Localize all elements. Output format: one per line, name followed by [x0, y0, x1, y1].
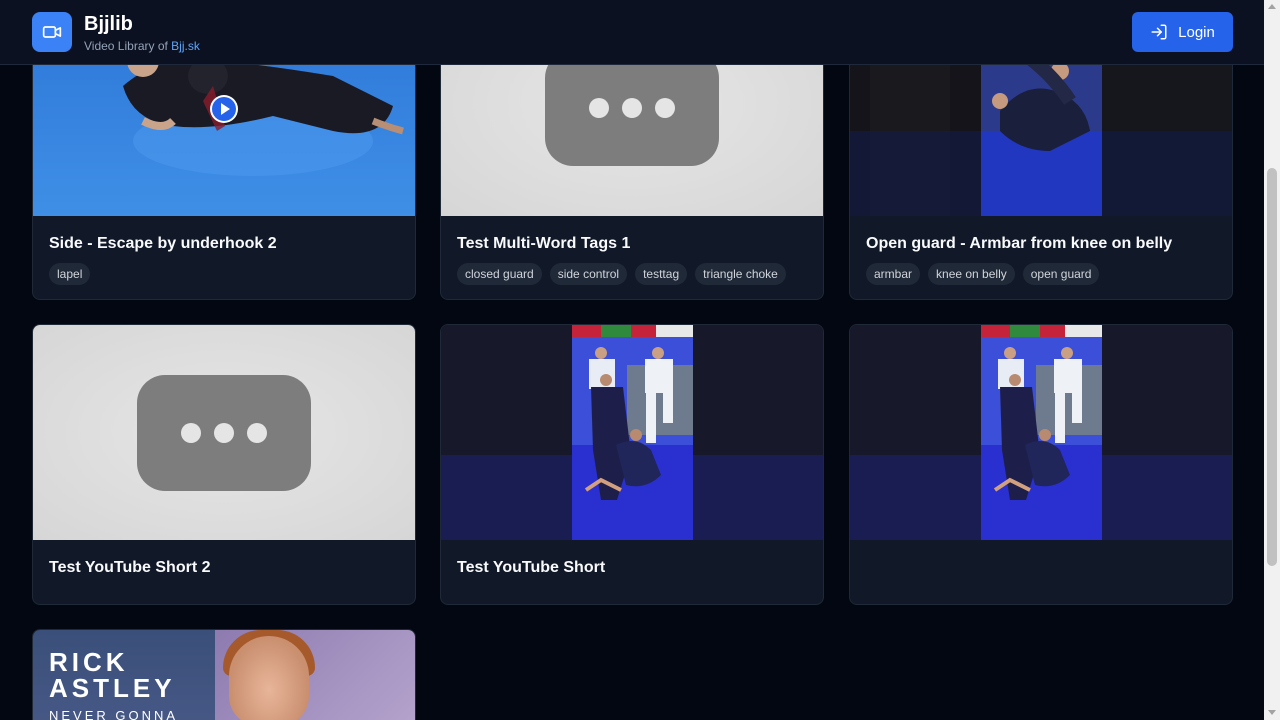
tag[interactable]: armbar [866, 263, 921, 285]
brand-name[interactable]: Bjjlib [84, 12, 133, 36]
brand-subtitle: Video Library of Bjj.sk [84, 38, 200, 54]
page: Bjjlib Video Library of Bjj.sk Login Sid… [0, 0, 1280, 720]
tag[interactable]: testtag [635, 263, 688, 285]
tag[interactable]: side control [549, 263, 628, 285]
more-icon [137, 374, 311, 491]
scrollbar[interactable] [1264, 0, 1280, 720]
rick-astley-banner: RICK ASTLEY NEVER GONNA [33, 630, 215, 720]
tag[interactable]: lapel [49, 263, 91, 285]
play-icon [212, 97, 236, 121]
thumb-text: ASTLEY [49, 673, 176, 703]
tag[interactable]: knee on belly [928, 263, 1015, 285]
video-title[interactable]: Side - Escape by underhook 2 [49, 234, 277, 254]
video-title[interactable]: Test Multi-Word Tags 1 [457, 234, 630, 254]
tag[interactable]: triangle choke [695, 263, 786, 285]
more-icon [545, 50, 719, 166]
video-camera-icon [42, 26, 62, 38]
scroll-down-arrow-icon[interactable] [1268, 710, 1276, 715]
logo[interactable] [32, 12, 72, 52]
scrollbar-thumb[interactable] [1267, 168, 1277, 566]
youtube-placeholder [33, 325, 415, 540]
login-label: Login [1178, 23, 1215, 41]
tag[interactable]: open guard [1022, 263, 1100, 285]
video-title[interactable]: Test YouTube Short 2 [49, 558, 211, 578]
vertical-video-gym [850, 325, 1232, 540]
vertical-video-gym [441, 325, 823, 540]
thumb-text: RICK [49, 647, 129, 677]
video-card[interactable]: RICK ASTLEY NEVER GONNA [32, 629, 416, 720]
video-card[interactable]: Test YouTube Short 2 [32, 324, 416, 605]
tag-list: lapel [49, 263, 91, 285]
video-thumbnail[interactable] [33, 325, 415, 540]
video-card[interactable]: Test YouTube Short [440, 324, 824, 605]
video-title[interactable]: Open guard - Armbar from knee on belly [866, 234, 1172, 254]
bjj-sk-link[interactable]: Bjj.sk [171, 39, 200, 53]
scroll-up-arrow-icon[interactable] [1268, 4, 1276, 9]
play-button[interactable] [210, 95, 238, 123]
tag-list: armbar knee on belly open guard [866, 263, 1100, 285]
tag-list: closed guard side control testtag triang… [457, 263, 786, 285]
rick-astley-photo [215, 630, 415, 720]
tag[interactable]: closed guard [457, 263, 542, 285]
top-navbar: Bjjlib Video Library of Bjj.sk Login [0, 0, 1264, 65]
login-button[interactable]: Login [1132, 12, 1233, 52]
video-thumbnail[interactable] [441, 325, 823, 540]
video-card[interactable] [849, 324, 1233, 605]
thumb-text: NEVER GONNA [49, 708, 179, 720]
video-thumbnail[interactable] [850, 325, 1232, 540]
video-thumbnail[interactable]: RICK ASTLEY NEVER GONNA [33, 630, 415, 720]
subtitle-text: Video Library of [84, 39, 172, 53]
login-icon [1151, 24, 1167, 40]
video-title[interactable]: Test YouTube Short [457, 558, 605, 578]
